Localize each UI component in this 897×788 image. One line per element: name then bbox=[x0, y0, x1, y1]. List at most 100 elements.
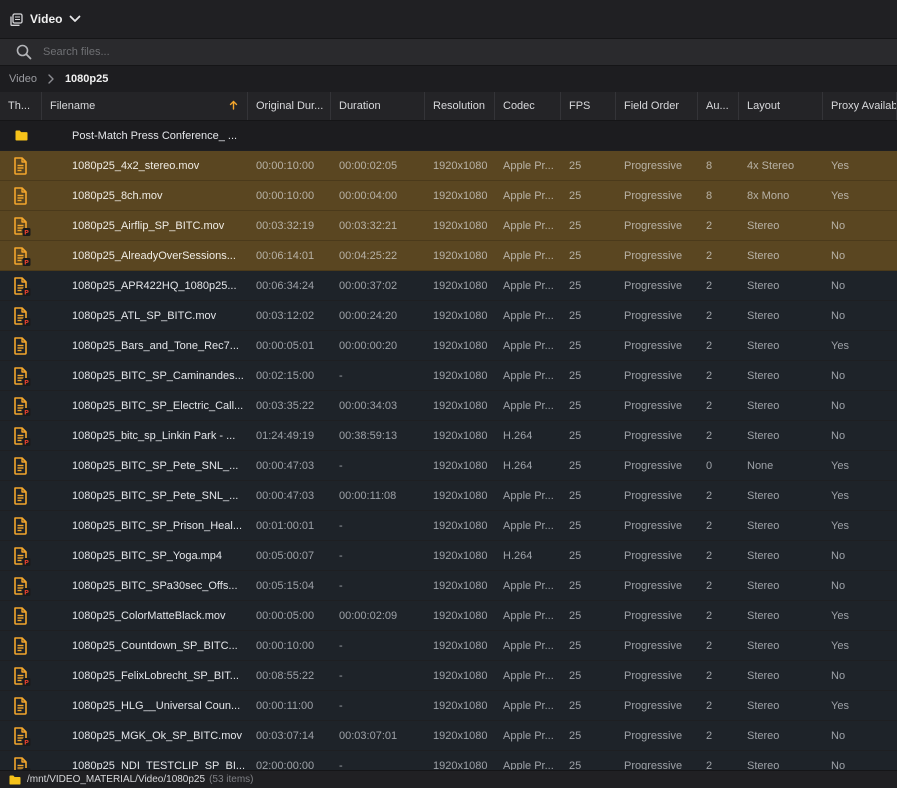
library-icon[interactable] bbox=[9, 12, 23, 26]
search-icon bbox=[16, 44, 32, 60]
column-header-duration[interactable]: Duration bbox=[331, 92, 425, 120]
column-header-field-order[interactable]: Field Order bbox=[616, 92, 698, 120]
cell-audio-channels: 2 bbox=[706, 309, 713, 322]
cell-fps: 25 bbox=[569, 729, 582, 742]
cell-fps: 25 bbox=[569, 759, 582, 771]
file-proxy-icon: P bbox=[0, 421, 42, 450]
cell-fps: 25 bbox=[569, 459, 582, 472]
cell-original-duration: 00:06:14:01 bbox=[256, 249, 315, 262]
column-header-original-duration[interactable]: Original Dur... bbox=[248, 92, 331, 120]
table-row[interactable]: P 1080p25_BITC_SP_Electric_Call... 00:03:3… bbox=[0, 391, 897, 421]
cell-codec: Apple Pr... bbox=[503, 579, 554, 592]
breadcrumb-item-current: 1080p25 bbox=[64, 73, 109, 85]
column-header-codec[interactable]: Codec bbox=[495, 92, 561, 120]
cell-duration: - bbox=[339, 549, 343, 562]
table-row[interactable]: P 1080p25_BITC_SP_Yoga.mp4 00:05:00:07 - 192… bbox=[0, 541, 897, 571]
cell-field-order: Progressive bbox=[624, 219, 683, 232]
column-header-proxy-available[interactable]: Proxy Availab bbox=[823, 92, 897, 120]
column-header-resolution[interactable]: Resolution bbox=[425, 92, 495, 120]
cell-field-order: Progressive bbox=[624, 579, 683, 592]
cell-duration: - bbox=[339, 579, 343, 592]
table-row[interactable]: P 1080p25_ATL_SP_BITC.mov 00:03:12:02 00:00… bbox=[0, 301, 897, 331]
sort-ascending-icon[interactable] bbox=[229, 100, 238, 113]
table-row[interactable]: P 1080p25_BITC_SP_Caminandes... 00:02:15:0… bbox=[0, 361, 897, 391]
cell-proxy-available: No bbox=[831, 549, 846, 562]
chevron-down-icon[interactable] bbox=[69, 13, 81, 25]
cell-filename: 1080p25_BITC_SP_Electric_Call... bbox=[72, 399, 244, 412]
cell-proxy-available: Yes bbox=[831, 519, 849, 532]
cell-original-duration: 00:00:10:00 bbox=[256, 639, 315, 652]
file-proxy-icon: P bbox=[0, 391, 42, 420]
table-row[interactable]: 1080p25_Countdown_SP_BITC... 00:00:10:00 -… bbox=[0, 631, 897, 661]
column-header-audio[interactable]: Au... bbox=[698, 92, 739, 120]
cell-audio-channels: 2 bbox=[706, 219, 713, 232]
cell-audio-channels: 2 bbox=[706, 609, 713, 622]
file-icon bbox=[0, 631, 42, 660]
cell-resolution: 1920x1080 bbox=[433, 669, 488, 682]
table-row[interactable]: P 1080p25_MGK_Ok_SP_BITC.mov 00:03:07:14 00… bbox=[0, 721, 897, 751]
cell-original-duration: 00:00:10:00 bbox=[256, 189, 315, 202]
column-label: Codec bbox=[503, 100, 535, 112]
library-title[interactable]: Video bbox=[30, 12, 62, 26]
file-icon bbox=[0, 451, 42, 480]
table-row[interactable]: 1080p25_BITC_SP_Prison_Heal... 00:01:00:0… bbox=[0, 511, 897, 541]
table-row[interactable]: P 1080p25_FelixLobrecht_SP_BIT... 00:08:55… bbox=[0, 661, 897, 691]
cell-field-order: Progressive bbox=[624, 729, 683, 742]
table-row[interactable]: 1080p25_BITC_SP_Pete_SNL_... 00:00:47:03 -… bbox=[0, 451, 897, 481]
table-row[interactable]: 1080p25_4x2_stereo.mov 00:00:10:00 00:00:0… bbox=[0, 151, 897, 181]
table-row[interactable]: 1080p25_HLG__Universal Coun... 00:00:11:0… bbox=[0, 691, 897, 721]
cell-layout: Stereo bbox=[747, 609, 780, 622]
table-row[interactable]: P 1080p25_BITC_SPa30sec_Offs... 00:05:15:0… bbox=[0, 571, 897, 601]
cell-filename: 1080p25_Bars_and_Tone_Rec7... bbox=[72, 339, 239, 352]
cell-proxy-available: Yes bbox=[831, 489, 849, 502]
file-proxy-icon: P bbox=[0, 541, 42, 570]
cell-duration: 00:04:25:22 bbox=[339, 249, 398, 262]
search-input[interactable] bbox=[41, 41, 897, 63]
cell-resolution: 1920x1080 bbox=[433, 759, 488, 771]
cell-layout: 4x Stereo bbox=[747, 159, 795, 172]
cell-filename: 1080p25_8ch.mov bbox=[72, 189, 163, 202]
table-row[interactable]: 1080p25_ColorMatteBlack.mov 00:00:05:00 00… bbox=[0, 601, 897, 631]
cell-field-order: Progressive bbox=[624, 759, 683, 771]
table-row[interactable]: P 1080p25_APR422HQ_1080p25... 00:06:34:24 0… bbox=[0, 271, 897, 301]
cell-proxy-available: No bbox=[831, 309, 846, 322]
cell-audio-channels: 2 bbox=[706, 279, 713, 292]
table-row[interactable]: 1080p25_8ch.mov 00:00:10:00 00:00:04:00 192… bbox=[0, 181, 897, 211]
cell-fps: 25 bbox=[569, 249, 582, 262]
column-header-layout[interactable]: Layout bbox=[739, 92, 823, 120]
cell-proxy-available: No bbox=[831, 219, 846, 232]
breadcrumb-item-video[interactable]: Video bbox=[9, 73, 37, 85]
cell-filename: 1080p25_BITC_SP_Yoga.mp4 bbox=[72, 549, 223, 562]
table-row[interactable]: 1080p25_Bars_and_Tone_Rec7... 00:00:05:01… bbox=[0, 331, 897, 361]
cell-audio-channels: 2 bbox=[706, 429, 713, 442]
cell-field-order: Progressive bbox=[624, 489, 683, 502]
cell-layout: Stereo bbox=[747, 669, 780, 682]
cell-duration: - bbox=[339, 369, 343, 382]
cell-resolution: 1920x1080 bbox=[433, 339, 488, 352]
table-row[interactable]: P 1080p25_Airflip_SP_BITC.mov 00:03:32:19 0… bbox=[0, 211, 897, 241]
column-label: Field Order bbox=[624, 100, 680, 112]
table-row[interactable]: 1080p25_BITC_SP_Pete_SNL_... 00:00:47:03 0… bbox=[0, 481, 897, 511]
item-count: (53 items) bbox=[209, 774, 254, 785]
svg-text:P: P bbox=[24, 288, 29, 296]
cell-codec: Apple Pr... bbox=[503, 729, 554, 742]
svg-text:P: P bbox=[24, 228, 29, 236]
cell-duration: 00:00:37:02 bbox=[339, 279, 398, 292]
table-row[interactable]: P 1080p25_AlreadyOverSessions... 00:06:14:… bbox=[0, 241, 897, 271]
cell-proxy-available: Yes bbox=[831, 159, 849, 172]
cell-duration: 00:00:00:20 bbox=[339, 339, 398, 352]
cell-resolution: 1920x1080 bbox=[433, 369, 488, 382]
cell-layout: Stereo bbox=[747, 519, 780, 532]
cell-original-duration: 00:02:15:00 bbox=[256, 369, 315, 382]
column-label: Resolution bbox=[433, 100, 485, 112]
table-row[interactable]: P 1080p25_NDI_TESTCLIP_SP_BI... 02:00:00:0… bbox=[0, 751, 897, 770]
column-header-filename[interactable]: Filename bbox=[42, 92, 248, 120]
folder-row[interactable]: Post-Match Press Conference_ ... bbox=[0, 121, 897, 151]
cell-audio-channels: 8 bbox=[706, 159, 713, 172]
cell-codec: Apple Pr... bbox=[503, 669, 554, 682]
cell-resolution: 1920x1080 bbox=[433, 309, 488, 322]
file-proxy-icon: P bbox=[0, 661, 42, 690]
table-row[interactable]: P 1080p25_bitc_sp_Linkin Park - ... 01:24:… bbox=[0, 421, 897, 451]
column-header-th[interactable]: Th... bbox=[0, 92, 42, 120]
column-header-fps[interactable]: FPS bbox=[561, 92, 616, 120]
